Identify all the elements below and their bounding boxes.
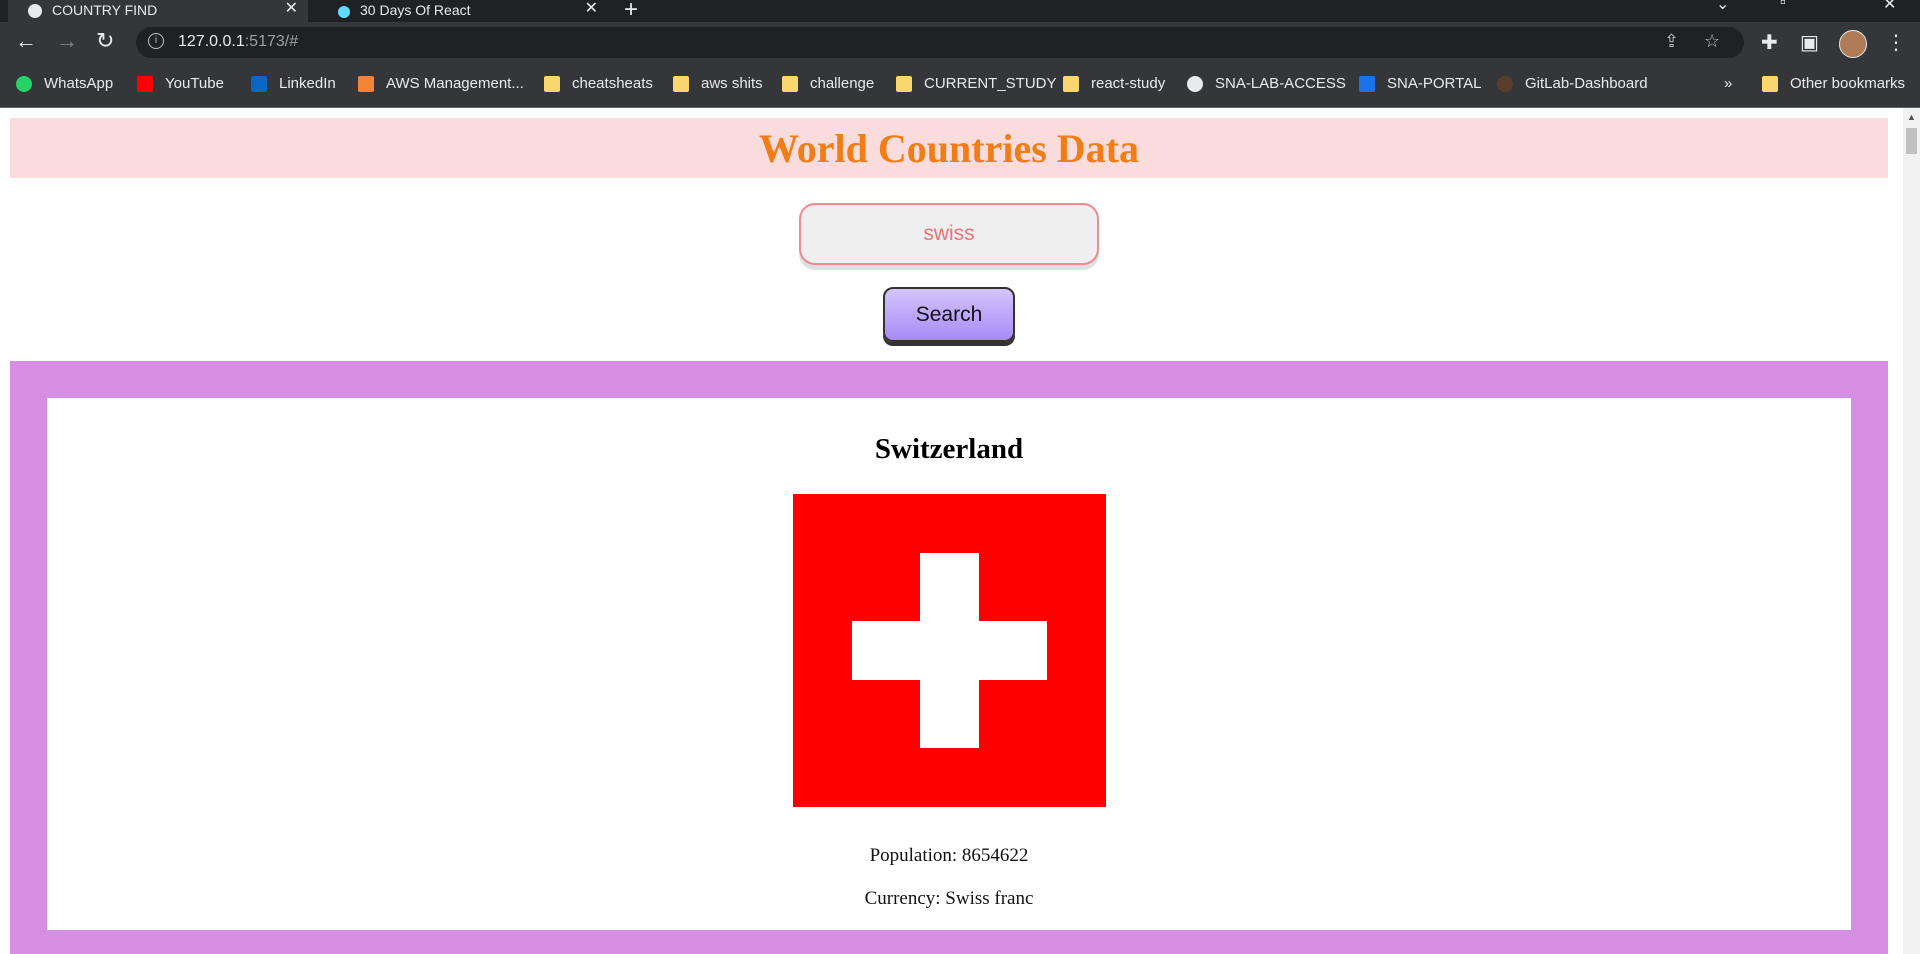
page-content: World Countries Data Search Switzerland … (0, 108, 1920, 954)
bookmark-sna-lab-access[interactable]: SNA-LAB-ACCESS (1187, 75, 1346, 92)
bookmark-aws[interactable]: AWS Management... (358, 75, 524, 92)
folder-icon (544, 75, 560, 92)
country-card: Switzerland Population: 8654622 Currency… (47, 398, 1851, 930)
extensions-icon[interactable]: ✚ (1761, 30, 1778, 55)
whatsapp-icon (16, 75, 32, 92)
page-header: World Countries Data (10, 118, 1888, 178)
country-name: Switzerland (874, 433, 1024, 465)
site-info-icon[interactable]: i (148, 33, 164, 49)
search-input[interactable] (799, 203, 1099, 265)
bookmark-challenge[interactable]: challenge (782, 75, 874, 92)
tab-title: 30 Days Of React (360, 2, 471, 18)
page-scrollbar[interactable]: ▲ (1903, 108, 1920, 954)
tab-30-days-of-react[interactable]: 30 Days Of React ✕ (318, 0, 608, 22)
scroll-up-icon[interactable]: ▲ (1907, 112, 1916, 122)
folder-icon (1762, 75, 1778, 92)
react-icon (338, 6, 350, 18)
results-container: Switzerland Population: 8654622 Currency… (10, 361, 1888, 954)
tab-country-find[interactable]: COUNTRY FIND ✕ (8, 0, 308, 22)
restore-icon[interactable]: ▫ (1780, 0, 1786, 12)
bookmark-other-bookmarks[interactable]: Other bookmarks (1762, 75, 1905, 92)
search-button[interactable]: Search (883, 287, 1015, 342)
close-tab-icon[interactable]: ✕ (285, 0, 298, 18)
flag-cross-horizontal (852, 621, 1047, 680)
profile-avatar[interactable] (1839, 30, 1867, 58)
back-button[interactable]: ← (15, 30, 37, 52)
folder-icon (896, 75, 912, 92)
forward-button[interactable]: → (56, 30, 78, 52)
browser-tab-strip: COUNTRY FIND ✕ 30 Days Of React ✕ + ⌄ ▫ … (0, 0, 1920, 24)
bookmark-whatsapp[interactable]: WhatsApp (16, 75, 113, 92)
aws-icon (358, 75, 374, 92)
bookmark-star-icon[interactable]: ☆ (1704, 31, 1720, 52)
bookmarks-bar: WhatsApp YouTube LinkedIn AWS Management… (0, 62, 1920, 108)
tab-title: COUNTRY FIND (52, 2, 158, 18)
url-text[interactable]: 127.0.0.1:5173/# (178, 33, 298, 51)
side-panel-icon[interactable]: ▣ (1800, 30, 1819, 55)
page-title: World Countries Data (759, 125, 1139, 171)
address-bar[interactable]: i 127.0.0.1:5173/# ⇪ ☆ (136, 27, 1744, 58)
scrollbar-thumb[interactable] (1906, 128, 1917, 154)
close-window-icon[interactable]: ✕ (1883, 0, 1896, 14)
bookmark-cheatsheats[interactable]: cheatsheats (544, 75, 653, 92)
folder-icon (673, 75, 689, 92)
population-text: Population: 8654622 (869, 845, 1029, 866)
bookmark-current-study[interactable]: CURRENT_STUDY (896, 75, 1057, 92)
linkedin-icon (251, 75, 267, 92)
sna-icon (1187, 75, 1203, 92)
menu-icon[interactable]: ⋮ (1886, 30, 1906, 55)
bookmark-aws-shits[interactable]: aws shits (673, 75, 763, 92)
close-tab-icon[interactable]: ✕ (585, 0, 598, 18)
folder-icon (782, 75, 798, 92)
bookmarks-overflow-button[interactable]: » (1724, 75, 1732, 92)
portal-icon (1359, 75, 1375, 92)
bookmark-gitlab-dashboard[interactable]: GitLab-Dashboard (1497, 75, 1648, 92)
minimize-icon[interactable]: ⌄ (1716, 0, 1729, 14)
bookmark-youtube[interactable]: YouTube (137, 75, 224, 92)
reload-button[interactable]: ↻ (96, 30, 114, 52)
share-icon[interactable]: ⇪ (1664, 31, 1679, 52)
currency-text: Currency: Swiss franc (864, 888, 1034, 909)
bookmark-sna-portal[interactable]: SNA-PORTAL (1359, 75, 1481, 92)
bookmark-linkedin[interactable]: LinkedIn (251, 75, 336, 92)
youtube-icon (137, 75, 153, 92)
bookmark-react-study[interactable]: react-study (1063, 75, 1165, 92)
new-tab-button[interactable]: + (624, 0, 638, 24)
browser-toolbar: ← → ↻ i 127.0.0.1:5173/# ⇪ ☆ ✚ ▣ ⋮ (0, 22, 1920, 62)
gitlab-icon (1497, 75, 1513, 92)
globe-icon (28, 4, 42, 18)
folder-icon (1063, 75, 1079, 92)
country-flag-image (793, 494, 1106, 807)
